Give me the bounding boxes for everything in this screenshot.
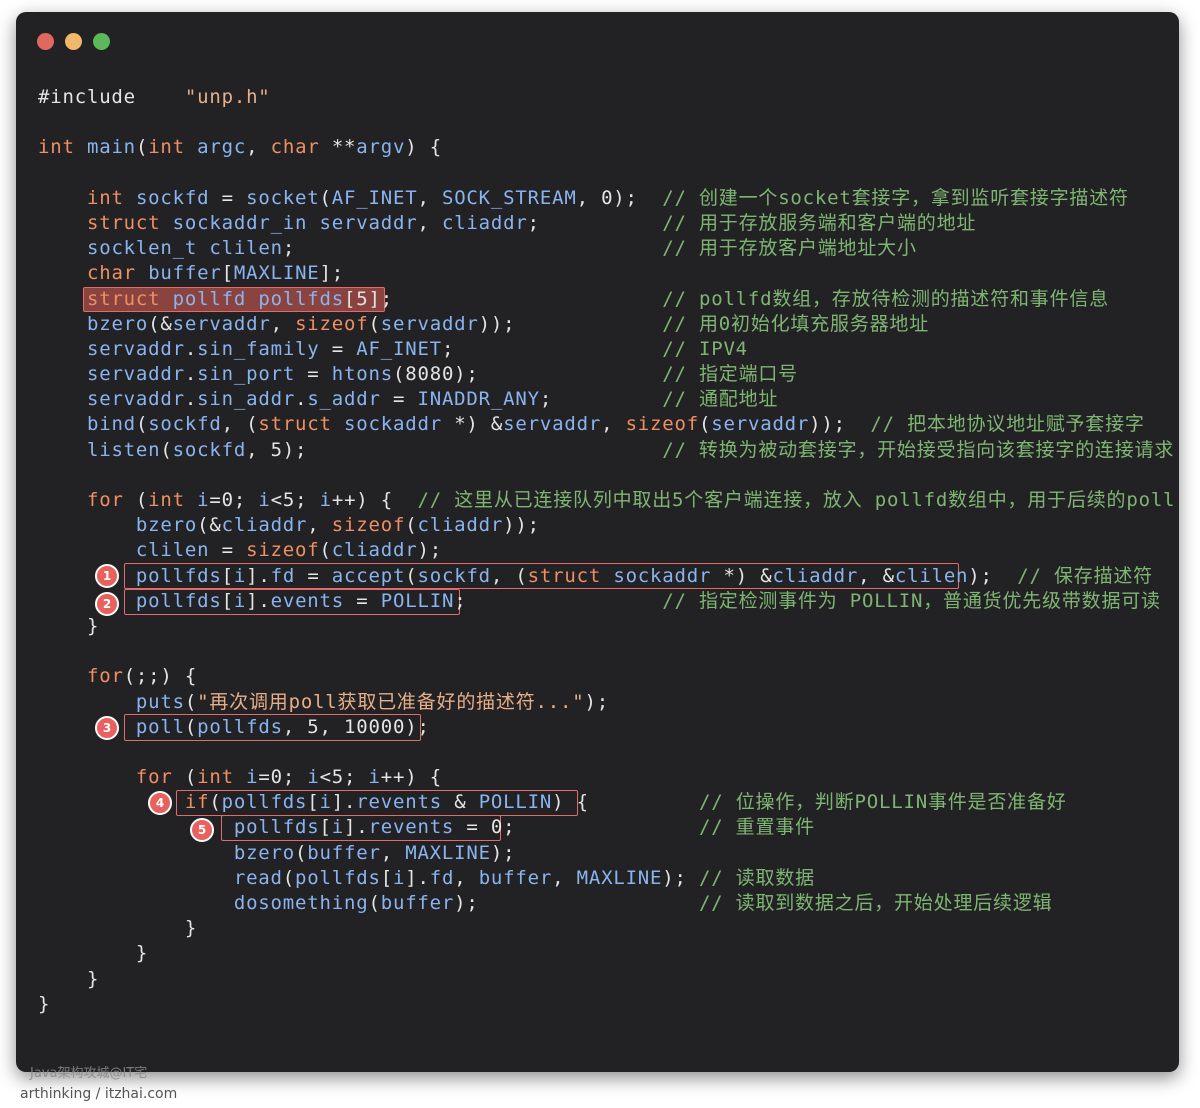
- code-line: bzero(&cliaddr, sizeof(cliaddr));: [135, 514, 540, 537]
- code-line: listen(sockfd, 5); // 转换为被动套接字，开始接受指向该套接…: [86, 438, 1175, 461]
- code-line: puts("再次调用poll获取已准备好的描述符...");: [135, 690, 609, 713]
- code-line: pollfds[i].fd = accept(sockfd, (struct s…: [135, 564, 1153, 587]
- code-line: bzero(&servaddr, sizeof(servaddr)); // 用…: [86, 312, 930, 335]
- code-line: servaddr.sin_port = htons(8080); // 指定端口…: [86, 363, 798, 386]
- code-line: int sockfd = socket(AF_INET, SOCK_STREAM…: [86, 186, 1129, 209]
- code-line: ​: [38, 463, 1175, 488]
- code-line: socklen_t clilen; // 用于存放客户端地址大小: [86, 237, 917, 260]
- code-line: ​: [38, 740, 1175, 765]
- annotation-badge-1: 1: [95, 564, 119, 588]
- code-line: read(pollfds[i].fd, buffer, MAXLINE); //…: [233, 866, 815, 889]
- code-line: struct sockaddr_in servaddr, cliaddr; //…: [86, 211, 977, 234]
- code-line: if(pollfds[i].revents & POLLIN) { // 位操作…: [184, 791, 1067, 814]
- code-line: int main(int argc, char **argv) {: [38, 136, 442, 159]
- watermark: Java架构攻城@IT宅: [30, 1066, 148, 1081]
- code-line: dosomething(buffer); // 读取到数据之后，开始处理后续逻辑: [233, 892, 1053, 914]
- code-line: servaddr.sin_addr.s_addr = INADDR_ANY; /…: [86, 388, 779, 411]
- code-block: #include "unp.h"​int main(int argc, char…: [38, 85, 1175, 1017]
- code-line: }: [38, 967, 100, 990]
- annotation-badge-4: 4: [148, 791, 172, 815]
- code-line: }: [38, 614, 100, 637]
- code-line: for (int i=0; i<5; i++) { // 这里从已连接队列中取出…: [86, 489, 1176, 511]
- code-line: ​: [38, 110, 1175, 135]
- code-line: }: [38, 942, 149, 965]
- code-line: struct pollfd pollfds[5]; // pollfd数组，存放…: [86, 287, 1110, 310]
- code-line: char buffer[MAXLINE];: [86, 262, 345, 285]
- code-line: ​: [38, 161, 1175, 186]
- credit-text: arthinking / itzhai.com: [20, 1086, 178, 1102]
- code-window: #include "unp.h"​int main(int argc, char…: [16, 12, 1179, 1072]
- annotation-badge-3: 3: [95, 716, 119, 740]
- code-line: #include "unp.h": [38, 86, 271, 108]
- code-line: bzero(buffer, MAXLINE);: [233, 841, 516, 864]
- code-line: clilen = sizeof(cliaddr);: [135, 539, 442, 562]
- code-line: }: [38, 992, 51, 1015]
- annotation-badge-5: 5: [190, 818, 214, 842]
- zoom-button[interactable]: [93, 33, 110, 50]
- annotation-badge-2: 2: [95, 592, 119, 616]
- code-line: for (int i=0; i<5; i++) {: [135, 766, 442, 789]
- code-line: pollfds[i].events = POLLIN; // 指定检测事件为 P…: [135, 589, 1161, 612]
- code-line: ​: [38, 639, 1175, 664]
- code-line: poll(pollfds, 5, 10000);: [135, 715, 430, 738]
- close-button[interactable]: [37, 33, 54, 50]
- code-line: servaddr.sin_family = AF_INET; // IPV4: [86, 337, 748, 360]
- code-line: bind(sockfd, (struct sockaddr *) &servad…: [86, 413, 1145, 436]
- minimize-button[interactable]: [65, 33, 82, 50]
- code-line: }: [38, 917, 198, 940]
- code-line: for(;;) {: [86, 665, 198, 688]
